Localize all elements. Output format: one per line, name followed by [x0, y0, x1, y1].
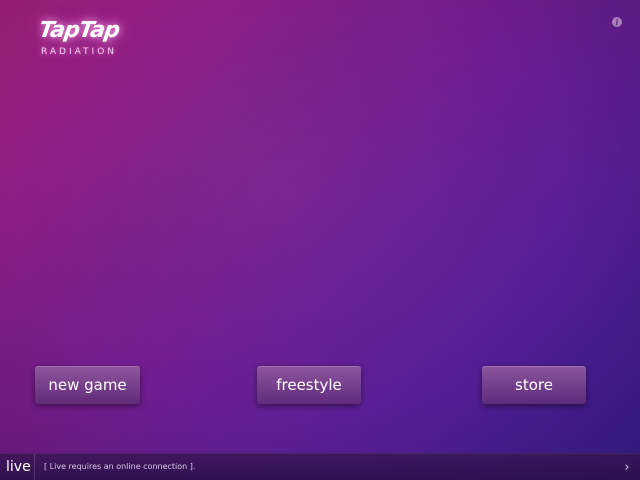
store-button[interactable]: store [482, 366, 586, 404]
logo-title: TapTap [37, 18, 121, 43]
live-divider [34, 454, 35, 480]
freestyle-button[interactable]: freestyle [257, 366, 361, 404]
chevron-right-icon[interactable]: › [620, 454, 634, 480]
live-label: live [6, 459, 31, 475]
logo-subtitle: RADIATION [40, 47, 118, 57]
live-bar[interactable]: live [ Live requires an online connectio… [0, 453, 640, 480]
info-icon[interactable]: i [612, 17, 622, 27]
background-gradient [0, 0, 640, 480]
live-status-message: [ Live requires an online connection ]. [44, 462, 196, 471]
game-logo: TapTap RADIATION [24, 18, 134, 57]
new-game-button[interactable]: new game [35, 366, 140, 404]
